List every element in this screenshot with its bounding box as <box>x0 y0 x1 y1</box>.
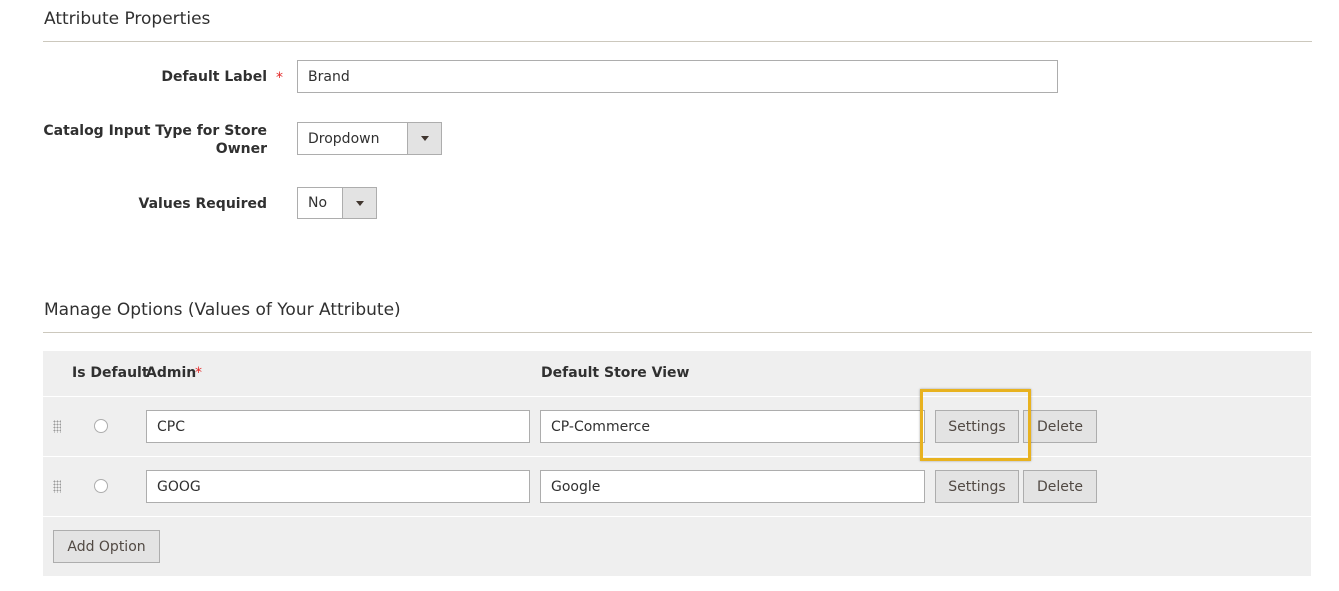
dropdown-toggle[interactable] <box>407 123 441 154</box>
caret-down-icon <box>420 136 429 141</box>
row-divider <box>43 516 1311 517</box>
add-option-button[interactable]: Add Option <box>53 530 160 563</box>
dropdown-toggle[interactable] <box>342 188 376 218</box>
values-required-label: Values Required <box>138 196 267 212</box>
default-label-input[interactable] <box>297 60 1058 93</box>
catalog-input-type-label-line1: Catalog Input Type for Store <box>43 123 267 139</box>
attribute-properties-title: Attribute Properties <box>44 9 211 29</box>
values-required-value: No <box>308 195 328 211</box>
catalog-input-type-select[interactable]: Dropdown <box>297 122 442 155</box>
settings-button[interactable]: Settings <box>935 410 1019 443</box>
manage-options-title: Manage Options (Values of Your Attribute… <box>44 300 401 320</box>
admin-value-input[interactable] <box>146 410 530 443</box>
admin-value-input[interactable] <box>146 470 530 503</box>
required-indicator: * <box>195 365 202 381</box>
caret-down-icon <box>355 200 364 206</box>
store-view-value-input[interactable] <box>540 410 925 443</box>
is-default-radio[interactable] <box>94 479 108 493</box>
is-default-radio[interactable] <box>94 419 108 433</box>
store-view-value-input[interactable] <box>540 470 925 503</box>
default-label-label: Default Label <box>161 69 267 85</box>
drag-handle-icon[interactable] <box>53 420 61 433</box>
required-indicator: * <box>276 70 283 86</box>
section-divider <box>43 41 1312 42</box>
column-header-is-default: Is Default <box>72 365 149 381</box>
section-divider <box>43 332 1312 333</box>
catalog-input-type-label-line2: Owner <box>215 141 267 157</box>
row-divider <box>43 456 1311 457</box>
delete-button[interactable]: Delete <box>1023 410 1097 443</box>
catalog-input-type-label: Catalog Input Type for Store Owner <box>41 122 267 158</box>
options-grid <box>43 351 1311 576</box>
settings-button[interactable]: Settings <box>935 470 1019 503</box>
column-header-admin: Admin <box>146 365 197 381</box>
delete-button[interactable]: Delete <box>1023 470 1097 503</box>
catalog-input-type-value: Dropdown <box>308 130 380 147</box>
row-divider <box>43 396 1311 397</box>
drag-handle-icon[interactable] <box>53 480 61 493</box>
values-required-select[interactable]: No <box>297 187 377 219</box>
column-header-default-store-view: Default Store View <box>541 365 690 381</box>
